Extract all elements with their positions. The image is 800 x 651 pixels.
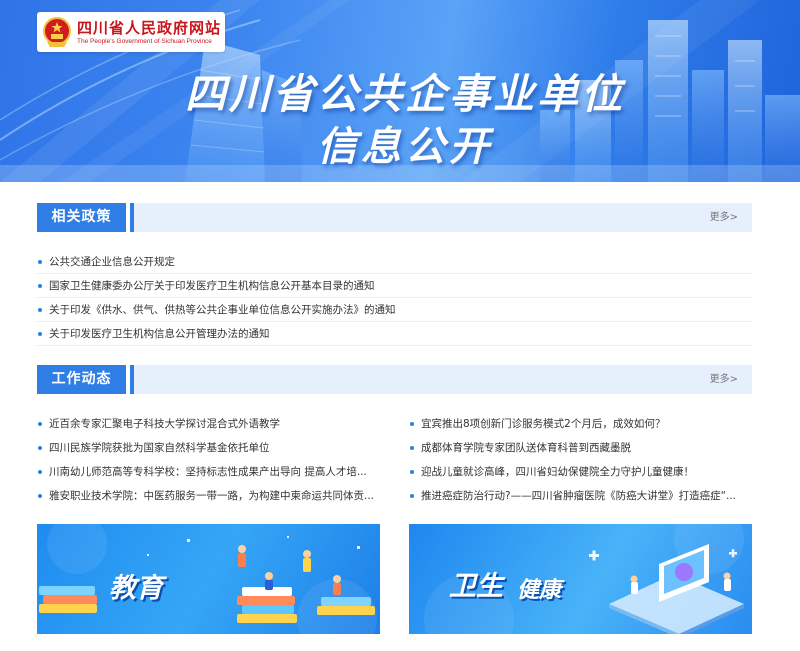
news-item[interactable]: 近百余专家汇聚电子科技大学探讨混合式外语教学 xyxy=(37,412,380,436)
site-logo[interactable]: 四川省人民政府网站 The People's Government of Sic… xyxy=(37,12,225,52)
news-section-title: 工作动态 xyxy=(37,365,126,394)
banner-title: 四川省公共企事业单位 xyxy=(185,70,625,118)
policy-item[interactable]: 公共交通企业信息公开规定 xyxy=(37,250,752,274)
policy-more-link[interactable]: 更多> xyxy=(710,203,738,232)
banner-subtitle: 信息公开 xyxy=(317,124,493,170)
policy-item[interactable]: 关于印发医疗卫生机构信息公开管理办法的通知 xyxy=(37,322,752,346)
education-banner[interactable]: 教育 xyxy=(37,524,380,634)
logo-subtitle: The People's Government of Sichuan Provi… xyxy=(77,38,212,45)
news-item[interactable]: 成都体育学院专家团队送体育科普到西藏墨脱 xyxy=(409,436,752,460)
news-item[interactable]: 四川民族学院获批为国家自然科学基金依托单位 xyxy=(37,436,380,460)
policy-item[interactable]: 关于印发《供水、供气、供热等公共企事业单位信息公开实施办法》的通知 xyxy=(37,298,752,322)
policy-section-title: 相关政策 xyxy=(37,203,126,232)
news-item[interactable]: 川南幼儿师范高等专科学校：坚持标志性成果产出导向 提高人才培... xyxy=(37,460,380,484)
logo-title: 四川省人民政府网站 xyxy=(77,19,222,37)
news-item[interactable]: 雅安职业技术学院：中医药服务一带一路，为构建中柬命运共同体贡... xyxy=(37,484,380,508)
news-section-header: 工作动态 更多> xyxy=(37,365,752,394)
national-emblem-icon xyxy=(43,17,71,47)
news-list-right: 宜宾推出8项创新门诊服务模式2个月后，成效如何？ 成都体育学院专家团队送体育科普… xyxy=(409,412,752,508)
news-more-link[interactable]: 更多> xyxy=(710,365,738,394)
policy-section-header: 相关政策 更多> xyxy=(37,203,752,232)
news-item[interactable]: 推进癌症防治行动?——四川省肿瘤医院《防癌大讲堂》打造癌症“... xyxy=(409,484,752,508)
education-illustration xyxy=(39,524,377,634)
education-label: 教育 xyxy=(109,573,163,604)
news-list-left: 近百余专家汇聚电子科技大学探讨混合式外语教学 四川民族学院获批为国家自然科学基金… xyxy=(37,412,380,508)
news-item[interactable]: 宜宾推出8项创新门诊服务模式2个月后，成效如何？ xyxy=(409,412,752,436)
header-banner: 四川省人民政府网站 The People's Government of Sic… xyxy=(0,0,800,182)
policy-list: 公共交通企业信息公开规定 国家卫生健康委办公厅关于印发医疗卫生机构信息公开基本目… xyxy=(37,250,752,346)
health-label-part1: 卫生 xyxy=(449,571,503,602)
tab-accent-bar xyxy=(130,203,134,232)
policy-item[interactable]: 国家卫生健康委办公厅关于印发医疗卫生机构信息公开基本目录的通知 xyxy=(37,274,752,298)
tab-accent-bar xyxy=(130,365,134,394)
health-label-part2: 健康 xyxy=(517,578,562,603)
health-banner[interactable]: 卫生 健康 xyxy=(409,524,752,634)
news-item[interactable]: 迎战儿童就诊高峰，四川省妇幼保健院全力守护儿童健康！ xyxy=(409,460,752,484)
